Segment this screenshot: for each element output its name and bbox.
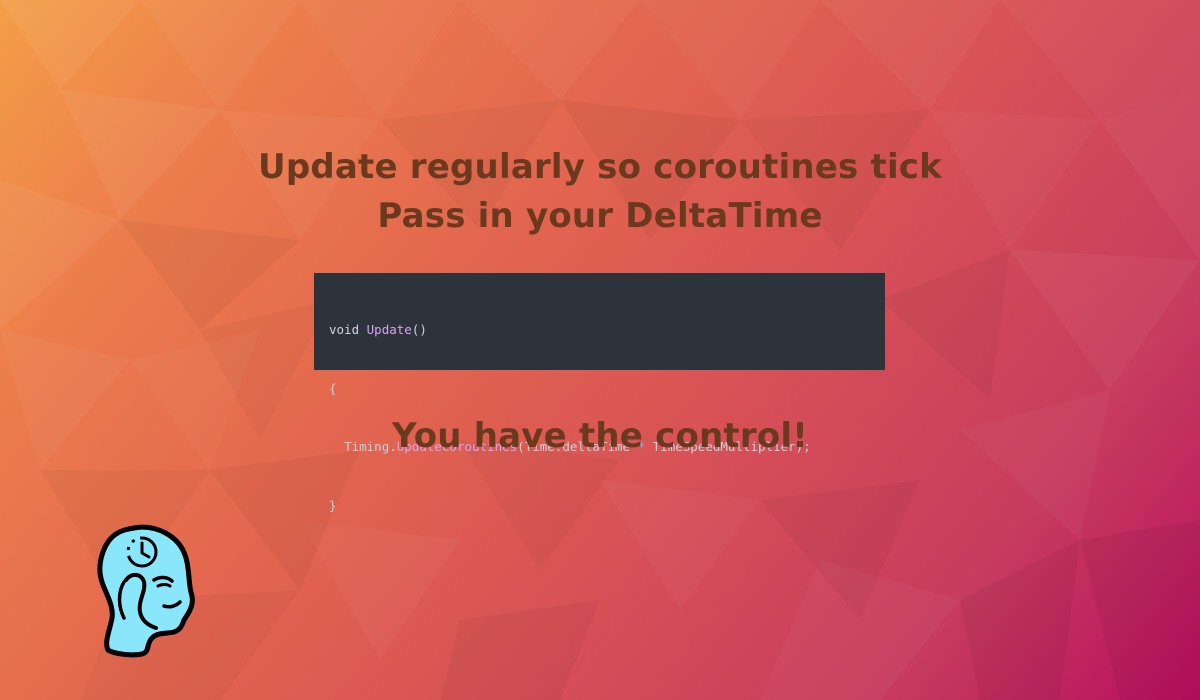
slide-background: Update regularly so coroutines tick Pass…	[0, 0, 1200, 700]
code-line-2: {	[329, 380, 337, 396]
code-line-4: }	[329, 497, 337, 513]
code-keyword: void	[329, 322, 360, 337]
code-line-1: void Update()	[329, 320, 870, 340]
code-block: void Update() { Timing.UpdateCoroutines(…	[314, 273, 885, 513]
code-function-name: Update	[366, 322, 412, 337]
slide-heading-deltatime: Pass in your DeltaTime	[377, 196, 823, 236]
code-parens: ()	[411, 322, 427, 337]
slide-heading-update: Update regularly so coroutines tick	[258, 147, 942, 187]
head-clock-icon	[97, 524, 195, 658]
slide-heading-control: You have the control!	[392, 416, 808, 456]
